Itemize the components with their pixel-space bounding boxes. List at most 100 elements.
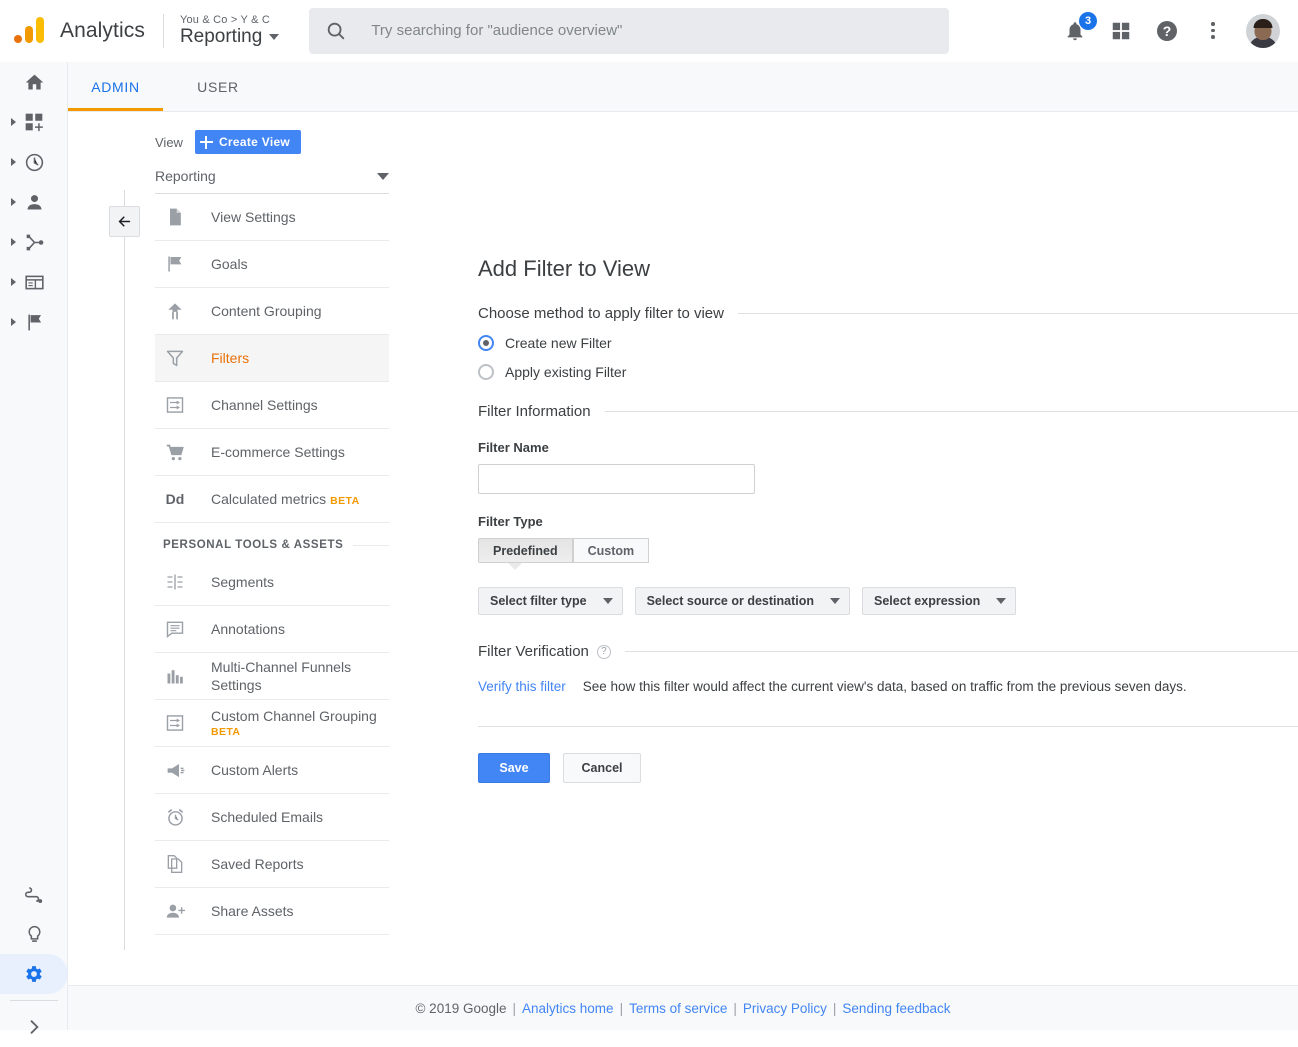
nav-item-label: Scheduled Emails	[211, 808, 324, 825]
expand-triangle-icon	[11, 278, 16, 286]
nav-item-text: Calculated metrics	[211, 490, 327, 507]
nav-item-view-settings[interactable]: View Settings	[155, 194, 389, 241]
dropdown-label: Select source or destination	[646, 594, 814, 608]
rail-item-customization[interactable]	[0, 102, 68, 142]
footer-separator: |	[832, 1000, 837, 1016]
tab-admin[interactable]: ADMIN	[68, 62, 163, 112]
footer-link-analytics-home[interactable]: Analytics home	[522, 1001, 614, 1016]
nav-item-custom-alerts[interactable]: Custom Alerts	[155, 747, 389, 794]
more-options-button[interactable]	[1200, 18, 1226, 44]
radio-create-new-filter[interactable]: Create new Filter	[478, 335, 1298, 351]
select-expression-dropdown[interactable]: Select expression	[862, 587, 1017, 615]
rail-item-realtime[interactable]	[0, 142, 68, 182]
customization-icon	[22, 110, 46, 134]
rail-item-conversions[interactable]	[0, 302, 68, 342]
discover-bulb-icon	[22, 922, 46, 946]
flag-icon	[163, 252, 187, 276]
question-mark-icon[interactable]: ?	[596, 644, 611, 659]
view-selector-dropdown[interactable]: Reporting	[155, 168, 389, 194]
top-app-bar: Analytics You & Co > Y & C Reporting 3	[0, 0, 1298, 62]
view-label: View	[155, 134, 183, 150]
verify-this-filter-link[interactable]: Verify this filter	[478, 679, 566, 694]
nav-item-calculated-metrics[interactable]: Dd Calculated metrics BETA	[155, 476, 389, 523]
footer-link-sending-feedback[interactable]: Sending feedback	[842, 1001, 950, 1016]
form-divider	[478, 726, 1298, 727]
nav-vertical-rule	[124, 190, 125, 950]
nav-item-label: Channel Settings	[211, 396, 318, 413]
help-button[interactable]: ?	[1154, 18, 1180, 44]
footer-link-privacy-policy[interactable]: Privacy Policy	[743, 1001, 827, 1016]
admin-user-tabbar: ADMIN USER	[68, 62, 1298, 112]
nav-item-ecommerce-settings[interactable]: E-commerce Settings	[155, 429, 389, 476]
nav-item-share-assets[interactable]: Share Assets	[155, 888, 389, 935]
account-property-switcher[interactable]: You & Co > Y & C Reporting	[179, 14, 280, 48]
filter-type-custom-button[interactable]: Custom	[572, 538, 650, 563]
expand-chevron-icon	[22, 1015, 46, 1039]
channel-settings-icon	[163, 393, 187, 417]
dropdown-label: Select filter type	[490, 594, 587, 608]
annotation-bubble-icon	[163, 617, 187, 641]
rail-item-admin[interactable]	[0, 954, 68, 994]
nav-item-label: Filters	[211, 349, 250, 366]
home-icon	[22, 70, 46, 94]
tab-user[interactable]: USER	[178, 62, 258, 112]
nav-item-channel-settings[interactable]: Channel Settings	[155, 382, 389, 429]
notification-badge: 3	[1079, 11, 1097, 30]
radio-label: Apply existing Filter	[505, 364, 627, 380]
rail-item-behavior[interactable]	[0, 262, 68, 302]
radio-button-icon[interactable]	[478, 364, 494, 380]
nav-item-multi-channel-funnels[interactable]: Multi-Channel Funnels Settings	[155, 653, 389, 700]
svg-text:?: ?	[1163, 23, 1172, 39]
select-source-destination-dropdown[interactable]: Select source or destination	[634, 587, 850, 615]
beta-badge: BETA	[330, 494, 360, 507]
section-rule	[624, 651, 1298, 652]
create-view-button[interactable]: Create View	[194, 130, 302, 154]
filter-type-segmented-control: Predefined Custom	[478, 538, 650, 570]
property-name-row[interactable]: Reporting	[179, 25, 280, 48]
filter-name-input[interactable]	[478, 464, 755, 494]
notifications-button[interactable]: 3	[1062, 11, 1097, 44]
analytics-logo-icon[interactable]	[14, 15, 46, 47]
rail-item-expand[interactable]	[0, 1007, 68, 1047]
verify-row: Verify this filter See how this filter w…	[478, 679, 1298, 694]
nav-item-goals[interactable]: Goals	[155, 241, 389, 288]
search-bar[interactable]	[309, 7, 950, 54]
nav-item-filters[interactable]: Filters	[155, 335, 389, 382]
beta-badge: BETA	[211, 725, 241, 738]
collapse-panel-button[interactable]	[109, 206, 140, 237]
person-add-icon	[163, 899, 187, 923]
megaphone-icon	[163, 758, 187, 782]
filter-type-predefined-button[interactable]: Predefined	[478, 538, 573, 563]
nav-item-label: Annotations	[211, 620, 285, 637]
property-name: Reporting	[179, 25, 263, 47]
apps-button[interactable]	[1108, 18, 1134, 44]
nav-item-annotations[interactable]: Annotations	[155, 606, 389, 653]
nav-item-label: Segments	[211, 573, 275, 590]
footer-link-terms-of-service[interactable]: Terms of service	[629, 1001, 727, 1016]
cancel-button[interactable]: Cancel	[563, 753, 641, 783]
rail-item-attribution[interactable]	[0, 874, 68, 914]
verify-description: See how this filter would affect the cur…	[582, 679, 1187, 694]
rail-item-audience[interactable]	[0, 182, 68, 222]
user-avatar[interactable]	[1246, 13, 1280, 48]
radio-button-selected-icon[interactable]	[478, 335, 494, 351]
nav-item-label: Saved Reports	[211, 855, 304, 872]
rail-item-home[interactable]	[0, 62, 68, 102]
save-button[interactable]: Save	[478, 753, 550, 783]
nav-item-custom-channel-grouping[interactable]: Custom Channel Grouping BETA	[155, 700, 389, 747]
nav-item-label: E-commerce Settings	[211, 443, 345, 460]
create-view-label: Create View	[218, 135, 291, 149]
conversions-flag-icon	[22, 310, 46, 334]
plus-icon	[199, 135, 213, 149]
nav-item-content-grouping[interactable]: Content Grouping	[155, 288, 389, 335]
rail-item-acquisition[interactable]	[0, 222, 68, 262]
nav-item-saved-reports[interactable]: Saved Reports	[155, 841, 389, 888]
nav-item-text: Custom Channel Grouping	[211, 707, 377, 724]
rail-item-discover[interactable]	[0, 914, 68, 954]
nav-item-scheduled-emails[interactable]: Scheduled Emails	[155, 794, 389, 841]
radio-apply-existing-filter[interactable]: Apply existing Filter	[478, 364, 1298, 380]
nav-item-segments[interactable]: Segments	[155, 559, 389, 606]
select-filter-type-dropdown[interactable]: Select filter type	[478, 587, 623, 615]
nav-item-label: Content Grouping	[211, 302, 322, 319]
search-input[interactable]	[369, 8, 934, 53]
